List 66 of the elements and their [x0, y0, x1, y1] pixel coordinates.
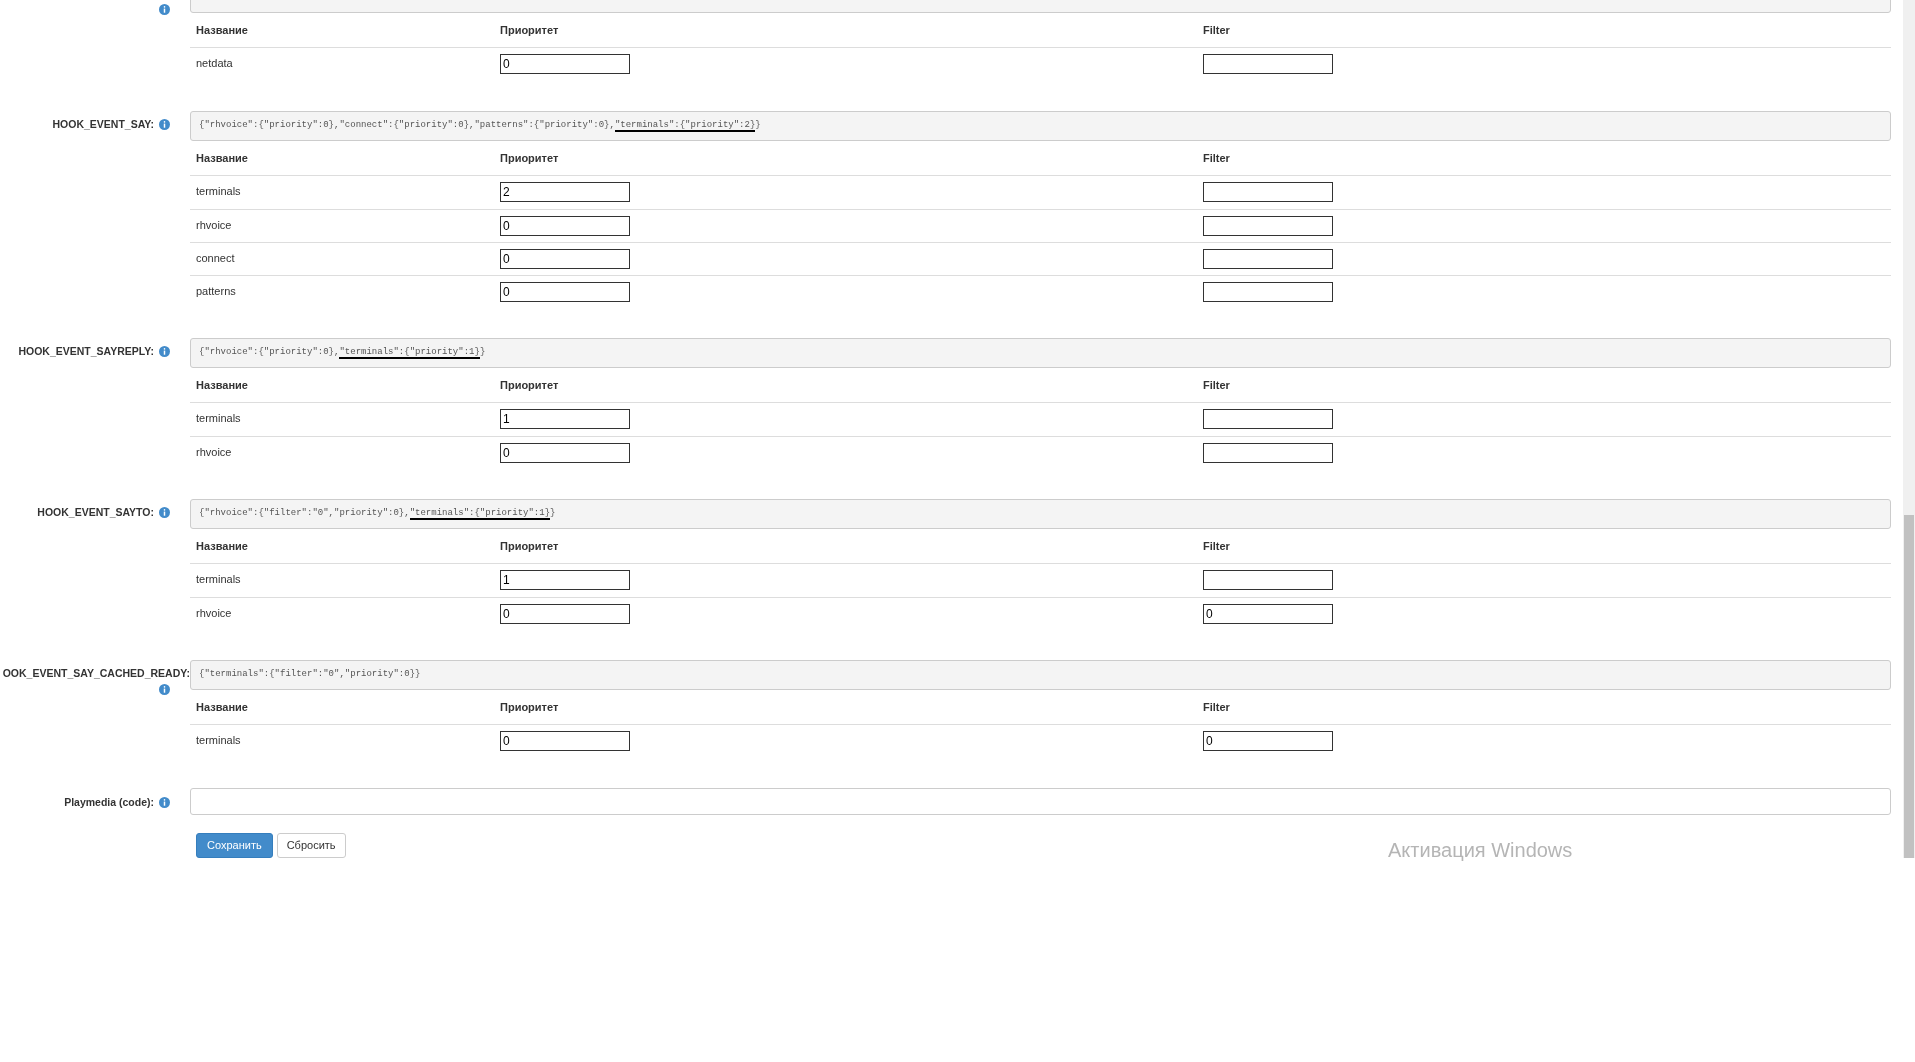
- table-cell: netdata: [196, 57, 233, 69]
- code-field: {"rhvoice":{"filter":"0","priority":0},"terminals":{"priority":1}}: [190, 499, 1891, 529]
- text-input[interactable]: 1: [500, 409, 630, 429]
- info-icon: [159, 4, 170, 15]
- save-button[interactable]: Сохранить: [196, 833, 273, 858]
- text-input[interactable]: [1203, 249, 1333, 269]
- code-input[interactable]: [190, 788, 1891, 815]
- text-input[interactable]: [1203, 443, 1333, 463]
- field-label: Playmedia (code):: [64, 795, 154, 810]
- table-cell: terminals: [196, 412, 241, 424]
- activation-notice: Активация Windows: [1388, 838, 1573, 863]
- text-input[interactable]: [1203, 54, 1333, 74]
- column-header: Приоритет: [500, 539, 559, 552]
- column-header: Filter: [1203, 23, 1230, 36]
- table-cell: terminals: [196, 185, 241, 197]
- text-input[interactable]: 0: [500, 249, 630, 269]
- code-field: {"rhvoice":{"priority":0},"terminals":{"priority":1}}: [190, 338, 1891, 368]
- table-cell: terminals: [196, 734, 241, 746]
- column-header: Название: [196, 539, 248, 552]
- text-input[interactable]: 0: [500, 282, 630, 302]
- info-icon: [159, 683, 170, 695]
- reset-button[interactable]: Сбросить: [276, 833, 346, 858]
- column-header: Filter: [1203, 151, 1230, 164]
- column-header: Приоритет: [500, 151, 559, 164]
- table-cell: rhvoice: [196, 219, 232, 231]
- column-header: Название: [196, 23, 248, 36]
- table-cell: rhvoice: [196, 607, 232, 619]
- code-field: {"terminals":{"filter":"0","priority":0}}: [190, 660, 1891, 690]
- text-input[interactable]: 0: [500, 443, 630, 463]
- code-field: {"rhvoice":{"priority":0},"connect":{"priority":0},"patterns":{"priority":0},"terminals":{"priority":2}}: [190, 111, 1891, 141]
- text-input[interactable]: 1: [500, 570, 630, 590]
- column-header: Приоритет: [500, 700, 559, 713]
- text-input[interactable]: 0: [1203, 604, 1333, 624]
- column-header: Название: [196, 700, 248, 713]
- text-input[interactable]: 2: [500, 182, 630, 202]
- text-input[interactable]: 0: [1203, 731, 1333, 751]
- column-header: Filter: [1203, 539, 1230, 552]
- column-header: Приоритет: [500, 23, 559, 36]
- column-header: Название: [196, 378, 248, 391]
- text-input[interactable]: [1203, 216, 1333, 236]
- info-icon: [159, 346, 170, 357]
- text-input[interactable]: 0: [500, 216, 630, 236]
- table-cell: connect: [196, 252, 235, 264]
- field-label: HOOK_EVENT_SAYTO:: [37, 505, 154, 520]
- text-input[interactable]: [1203, 409, 1333, 429]
- column-header: Название: [196, 151, 248, 164]
- text-input[interactable]: [1203, 570, 1333, 590]
- text-input[interactable]: 0: [500, 54, 630, 74]
- text-input[interactable]: [1203, 282, 1333, 302]
- table-cell: patterns: [196, 285, 236, 297]
- scrollbar[interactable]: [1903, 0, 1915, 858]
- scrollbar-thumb[interactable]: [1904, 515, 1914, 858]
- text-input[interactable]: [1203, 182, 1333, 202]
- field-label: OOK_EVENT_SAY_CACHED_READY:: [2, 666, 190, 681]
- column-header: Приоритет: [500, 378, 559, 391]
- table-cell: rhvoice: [196, 446, 232, 458]
- info-icon: [159, 797, 170, 808]
- field-label: HOOK_EVENT_SAY:: [52, 117, 154, 132]
- column-header: Filter: [1203, 378, 1230, 391]
- text-input[interactable]: 0: [500, 604, 630, 624]
- info-icon: [159, 507, 170, 518]
- info-icon: [159, 119, 170, 130]
- table-cell: terminals: [196, 573, 241, 585]
- field-label: HOOK_EVENT_SAYREPLY:: [18, 344, 154, 359]
- text-input[interactable]: 0: [500, 731, 630, 751]
- column-header: Filter: [1203, 700, 1230, 713]
